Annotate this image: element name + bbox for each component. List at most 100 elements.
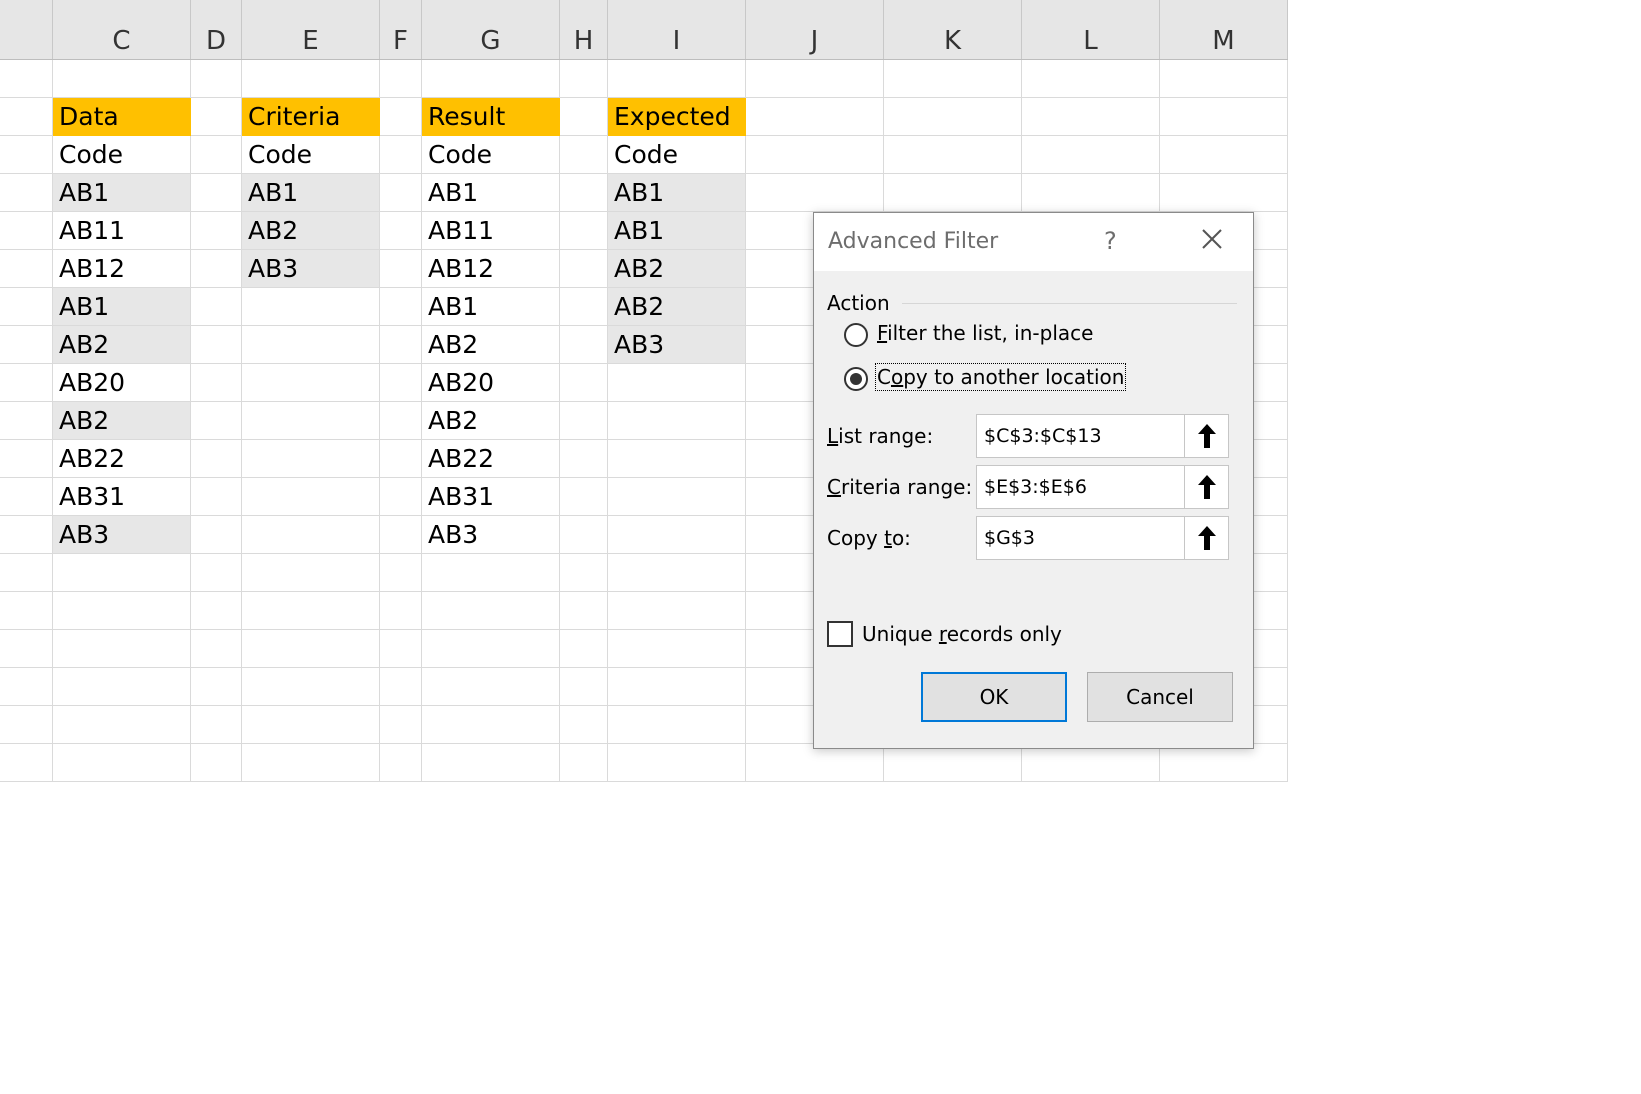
column-header-i[interactable]: I [608,0,746,59]
cell-i[interactable] [608,668,746,706]
cell-k[interactable] [884,744,1022,782]
cell-f[interactable] [380,60,422,98]
row-stub-cell[interactable] [0,706,53,744]
criteria-range-input[interactable] [977,466,1184,508]
cell-i[interactable] [608,744,746,782]
row-stub-cell[interactable] [0,516,53,554]
cell-h[interactable] [560,174,608,212]
cell-e[interactable]: Criteria [242,98,380,136]
dialog-title-bar[interactable]: Advanced Filter ? [814,213,1253,271]
cell-d[interactable] [191,98,242,136]
cell-i[interactable]: AB1 [608,174,746,212]
column-header-j[interactable]: J [746,0,884,59]
cell-e[interactable] [242,516,380,554]
cell-f[interactable] [380,212,422,250]
row-stub-cell[interactable] [0,288,53,326]
cell-c[interactable]: Data [53,98,191,136]
cell-g[interactable] [422,554,560,592]
column-header-g[interactable]: G [422,0,560,59]
cell-g[interactable] [422,592,560,630]
row-stub-cell[interactable] [0,554,53,592]
cell-k[interactable] [884,174,1022,212]
cell-i[interactable] [608,402,746,440]
cell-h[interactable] [560,668,608,706]
row-stub-cell[interactable] [0,744,53,782]
cell-f[interactable] [380,744,422,782]
cell-l[interactable] [1022,744,1160,782]
cell-l[interactable] [1022,174,1160,212]
cell-c[interactable]: AB20 [53,364,191,402]
cell-i[interactable]: Expected [608,98,746,136]
close-icon[interactable] [1194,221,1230,257]
cell-i[interactable]: AB3 [608,326,746,364]
cell-e[interactable]: AB3 [242,250,380,288]
cell-d[interactable] [191,402,242,440]
column-header-m[interactable]: M [1160,0,1288,59]
radio-button-selected[interactable] [844,367,868,391]
cell-h[interactable] [560,478,608,516]
cell-h[interactable] [560,744,608,782]
cell-d[interactable] [191,706,242,744]
list-range-input[interactable] [977,415,1184,457]
cell-f[interactable] [380,250,422,288]
cell-d[interactable] [191,516,242,554]
cell-h[interactable] [560,288,608,326]
cell-c[interactable]: AB1 [53,288,191,326]
criteria-range-collapse-button[interactable] [1184,466,1228,508]
cell-i[interactable] [608,516,746,554]
row-stub-cell[interactable] [0,136,53,174]
column-header-h[interactable]: H [560,0,608,59]
row-stub-cell[interactable] [0,478,53,516]
cell-c[interactable] [53,706,191,744]
row-stub-cell[interactable] [0,402,53,440]
cell-f[interactable] [380,516,422,554]
cell-c[interactable] [53,592,191,630]
cell-g[interactable]: AB11 [422,212,560,250]
cell-d[interactable] [191,630,242,668]
cell-e[interactable] [242,288,380,326]
cell-c[interactable] [53,668,191,706]
column-header-e[interactable]: E [242,0,380,59]
unique-records-label[interactable]: Unique records only [862,622,1062,646]
cell-d[interactable] [191,136,242,174]
cell-i[interactable]: Code [608,136,746,174]
cell-h[interactable] [560,516,608,554]
cell-e[interactable] [242,326,380,364]
cell-f[interactable] [380,478,422,516]
column-header-l[interactable]: L [1022,0,1160,59]
cell-c[interactable]: Code [53,136,191,174]
cell-e[interactable] [242,592,380,630]
cell-e[interactable] [242,706,380,744]
row-stub-cell[interactable] [0,364,53,402]
copy-to-input[interactable] [977,517,1184,559]
row-stub-cell[interactable] [0,98,53,136]
cell-h[interactable] [560,402,608,440]
cell-c[interactable]: AB12 [53,250,191,288]
cell-h[interactable] [560,136,608,174]
cell-g[interactable]: AB1 [422,174,560,212]
cell-i[interactable]: AB2 [608,250,746,288]
cell-i[interactable] [608,364,746,402]
cell-d[interactable] [191,668,242,706]
cell-e[interactable]: AB2 [242,212,380,250]
row-stub-cell[interactable] [0,592,53,630]
cell-e[interactable] [242,744,380,782]
cell-j[interactable] [746,744,884,782]
cell-g[interactable]: AB2 [422,402,560,440]
cell-g[interactable]: AB1 [422,288,560,326]
cell-c[interactable]: AB1 [53,174,191,212]
cell-k[interactable] [884,60,1022,98]
cell-g[interactable]: AB20 [422,364,560,402]
row-stub-cell[interactable] [0,250,53,288]
row-stub-cell[interactable] [0,174,53,212]
cell-d[interactable] [191,60,242,98]
cell-m[interactable] [1160,60,1288,98]
cell-g[interactable]: AB22 [422,440,560,478]
cell-f[interactable] [380,402,422,440]
cell-c[interactable]: AB3 [53,516,191,554]
cell-f[interactable] [380,288,422,326]
cell-h[interactable] [560,326,608,364]
cell-f[interactable] [380,668,422,706]
cell-f[interactable] [380,440,422,478]
cell-c[interactable] [53,60,191,98]
